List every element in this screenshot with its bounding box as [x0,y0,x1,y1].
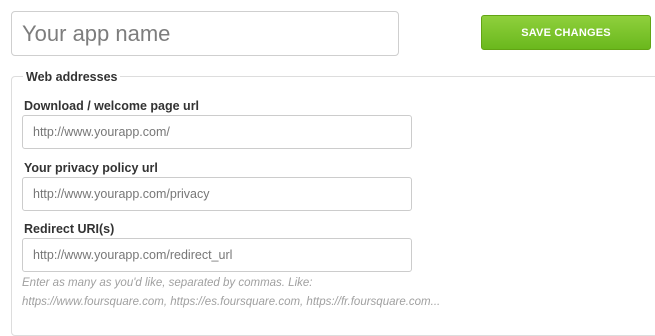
help-text-line: https://www.foursquare.com, https://es.f… [22,296,441,308]
privacy-url-input[interactable] [22,177,412,211]
app-name-input[interactable] [11,11,399,56]
redirect-uri-input[interactable] [22,238,412,272]
privacy-url-label: Your privacy policy url [24,161,158,175]
save-changes-button[interactable]: SAVE CHANGES [481,15,651,50]
help-text-line: Enter as many as you'd like, separated b… [22,277,313,289]
web-addresses-legend: Web addresses [23,70,121,84]
download-url-input[interactable] [22,115,412,149]
redirect-uri-help-text: Enter as many as you'd like, separated b… [22,274,622,312]
download-url-label: Download / welcome page url [24,99,200,113]
redirect-uri-label: Redirect URI(s) [24,222,115,236]
